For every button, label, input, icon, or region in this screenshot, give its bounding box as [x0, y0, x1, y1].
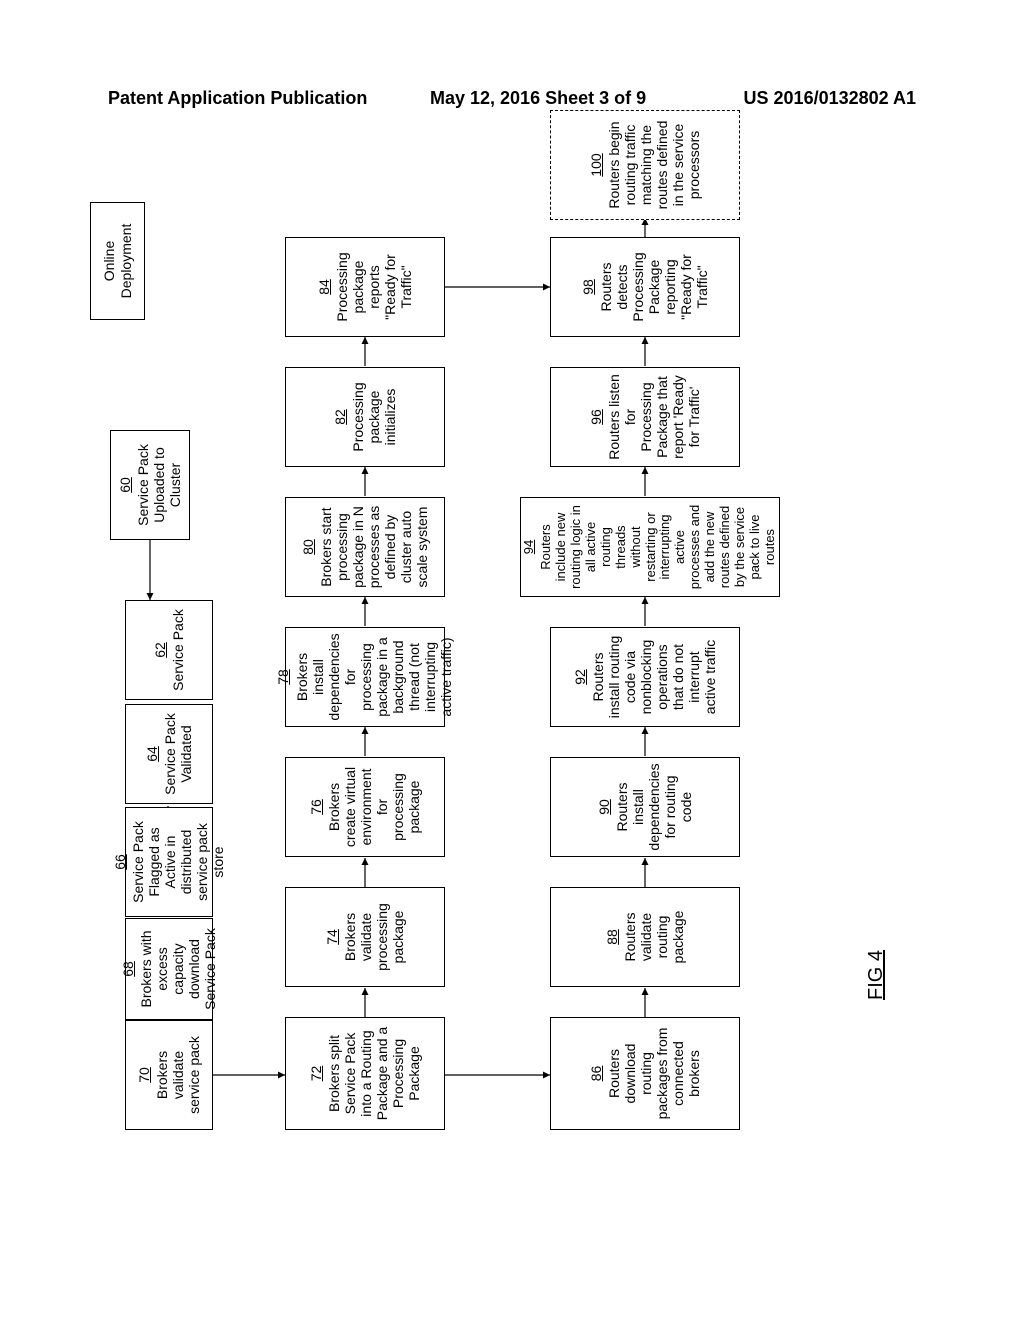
box-92: 92 Routers install routing code via nonb…	[550, 627, 740, 727]
num-76: 76	[308, 799, 324, 815]
text-60: Service Pack Uploaded to Cluster	[135, 437, 183, 533]
num-96: 96	[588, 409, 604, 425]
text-98: Routers detects Processing Package repor…	[598, 244, 711, 330]
figure-sheet: Online Deployment 60 Service Pack Upload…	[90, 190, 934, 1140]
box-82: 82 Processing package initializes	[285, 367, 445, 467]
text-68: Brokers with excess capacity download Se…	[138, 925, 218, 1013]
box-76: 76 Brokers create virtual environment fo…	[285, 757, 445, 857]
box-66: 66 Service Pack Flagged as Active in dis…	[125, 807, 213, 917]
num-64: 64	[144, 746, 160, 762]
box-60: 60 Service Pack Uploaded to Cluster	[110, 430, 190, 540]
text-online-deployment: Online Deployment	[101, 209, 133, 313]
num-100: 100	[588, 153, 604, 176]
text-84: Processing package reports "Ready for Tr…	[334, 244, 414, 330]
num-86: 86	[588, 1066, 604, 1082]
text-86: Routers download routing packages from c…	[606, 1024, 703, 1123]
num-70: 70	[136, 1067, 152, 1083]
box-96: 96 Routers listen for Processing Package…	[550, 367, 740, 467]
num-92: 92	[572, 669, 588, 685]
box-88: 88 Routers validate routing package	[550, 887, 740, 987]
text-90: Routers install dependencies for routing…	[614, 763, 694, 850]
text-96: Routers listen for Processing Package th…	[606, 374, 703, 460]
flowchart-diagram: Online Deployment 60 Service Pack Upload…	[90, 190, 934, 1140]
text-82: Processing package initializes	[350, 374, 398, 460]
num-78: 78	[275, 669, 291, 685]
num-90: 90	[596, 799, 612, 815]
box-online-deployment: Online Deployment	[90, 202, 145, 320]
text-74: Brokers validate processing package	[342, 894, 406, 980]
text-70: Brokers validate service pack	[154, 1027, 202, 1123]
box-70: 70 Brokers validate service pack	[125, 1020, 213, 1130]
header-center: May 12, 2016 Sheet 3 of 9	[430, 88, 646, 109]
box-74: 74 Brokers validate processing package	[285, 887, 445, 987]
header-right: US 2016/0132802 A1	[744, 88, 916, 109]
num-66: 66	[112, 854, 128, 870]
box-64: 64 Service Pack Validated	[125, 704, 213, 804]
text-92: Routers install routing code via nonbloc…	[590, 634, 719, 720]
box-68: 68 Brokers with excess capacity download…	[125, 918, 213, 1020]
header-left: Patent Application Publication	[108, 88, 367, 109]
num-74: 74	[324, 929, 340, 945]
box-86: 86 Routers download routing packages fro…	[550, 1017, 740, 1130]
num-94: 94	[522, 540, 537, 554]
text-64: Service Pack Validated	[162, 711, 194, 797]
text-66: Service Pack Flagged as Active in distri…	[130, 814, 227, 910]
text-80: Brokers start processing package in N pr…	[318, 504, 431, 590]
text-100: Routers begin routing traffic matching t…	[606, 117, 703, 213]
box-100: 100 Routers begin routing traffic matchi…	[550, 110, 740, 220]
text-94: Routers include new routing logic in all…	[539, 504, 778, 590]
box-80: 80 Brokers start processing package in N…	[285, 497, 445, 597]
num-82: 82	[332, 409, 348, 425]
num-98: 98	[580, 279, 596, 295]
box-84: 84 Processing package reports "Ready for…	[285, 237, 445, 337]
num-60: 60	[117, 477, 133, 493]
box-98: 98 Routers detects Processing Package re…	[550, 237, 740, 337]
text-62: Service Pack	[170, 609, 186, 691]
box-72: 72 Brokers split Service Pack into a Rou…	[285, 1017, 445, 1130]
text-78: Brokers install dependencies for process…	[294, 633, 455, 720]
num-88: 88	[604, 929, 620, 945]
num-68: 68	[120, 961, 136, 977]
box-62: 62 Service Pack	[125, 600, 213, 700]
text-72: Brokers split Service Pack into a Routin…	[326, 1024, 423, 1123]
num-84: 84	[316, 279, 332, 295]
num-72: 72	[308, 1066, 324, 1082]
box-94: 94 Routers include new routing logic in …	[520, 497, 780, 597]
figure-label: FIG 4	[865, 950, 888, 1000]
text-76: Brokers create virtual environment for p…	[326, 764, 423, 850]
box-90: 90 Routers install dependencies for rout…	[550, 757, 740, 857]
box-78: 78 Brokers install dependencies for proc…	[285, 627, 445, 727]
text-88: Routers validate routing package	[622, 894, 686, 980]
num-62: 62	[152, 642, 168, 658]
num-80: 80	[300, 539, 316, 555]
